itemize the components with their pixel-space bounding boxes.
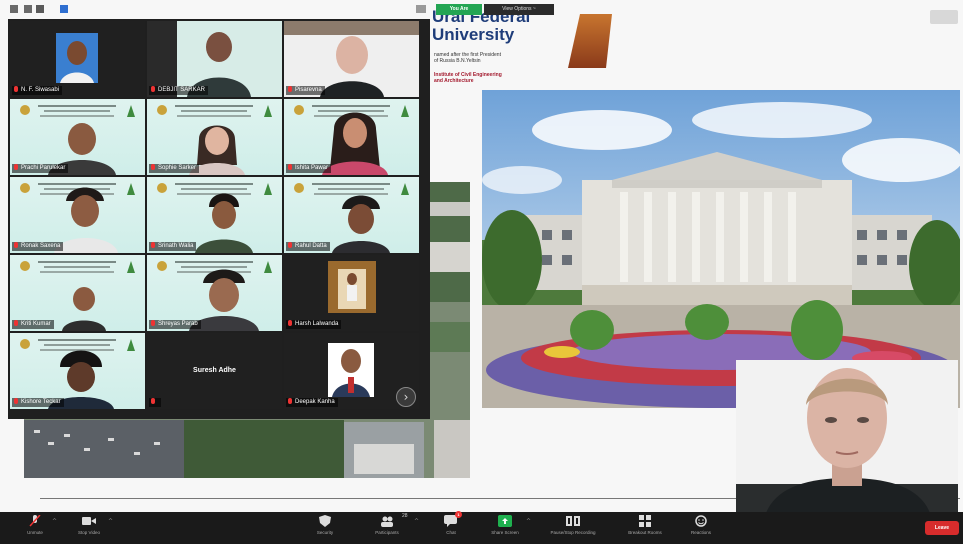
participants-icon [381, 516, 393, 527]
reactions-button[interactable]: Reactions [670, 515, 732, 543]
meeting-top-bar: You Are View Options ~ [8, 3, 554, 16]
participant-tile[interactable]: Shreyas Parab [147, 255, 282, 331]
mic-muted-icon [288, 164, 292, 170]
participant-name: N. F. Siwasabi [12, 86, 63, 95]
audio-options-caret[interactable]: ^ [52, 518, 57, 525]
chat-unread-badge: 1 [455, 511, 462, 518]
mic-muted-icon [288, 242, 292, 248]
shield-icon[interactable] [60, 5, 68, 13]
gallery-view-panel: N. F. Siwasabi DEBJIT SARKAR Pisarevna P… [8, 19, 430, 419]
participant-tile[interactable]: Kishore Teckar [10, 333, 145, 409]
participant-name: Rahul Datta [286, 242, 330, 251]
mic-muted-icon [29, 515, 41, 527]
breakout-rooms-icon [639, 515, 651, 527]
minimize-icon[interactable] [10, 5, 18, 13]
participant-name: Sophie Sarker [149, 164, 200, 173]
breakout-rooms-button[interactable]: Breakout Rooms [614, 515, 676, 543]
active-speaker-video [736, 360, 958, 513]
participant-tile[interactable]: Harsh Lalwanda [284, 255, 419, 331]
participant-tile[interactable]: DEBJIT SARKAR [147, 21, 282, 97]
participant-name: Srinath Walia [149, 242, 197, 251]
participant-tile[interactable]: Rahul Datta [284, 177, 419, 253]
institute-name: Institute of Civil Engineering and Archi… [434, 72, 502, 84]
mic-muted-icon [151, 320, 155, 326]
participant-tile[interactable]: Pisarevna [284, 21, 419, 97]
shield-icon [319, 515, 331, 527]
participant-name: Kriti Kumar [12, 320, 54, 329]
participant-name: Pisarevna [286, 86, 325, 95]
participant-name: Shreyas Parab [149, 320, 201, 329]
mic-muted-icon [151, 398, 155, 404]
screen-share-indicator-icon [416, 5, 426, 13]
mic-muted-icon [14, 164, 18, 170]
participant-tile[interactable]: Ronak Saxena [10, 177, 145, 253]
grid-icon[interactable] [24, 5, 32, 13]
participant-tile[interactable]: Ishita Pawar [284, 99, 419, 175]
participant-name: Deepak Kanha [286, 398, 338, 407]
participants-button[interactable]: Participants [356, 515, 418, 543]
mic-muted-icon [14, 398, 18, 404]
participant-tile[interactable]: Kriti Kumar [10, 255, 145, 331]
participant-name: Ronak Saxena [12, 242, 64, 251]
share-screen-icon [498, 515, 512, 527]
university-logo [568, 14, 612, 68]
participant-name: Ishita Pawar [286, 164, 332, 173]
chevron-right-icon: › [403, 390, 409, 404]
mic-muted-icon [151, 242, 155, 248]
security-button[interactable]: Security [294, 515, 356, 543]
leave-button[interactable]: Leave [925, 521, 959, 535]
mic-muted-icon [288, 398, 292, 404]
next-page-button[interactable]: › [396, 387, 416, 407]
mic-muted-icon [288, 320, 292, 326]
mic-muted-icon [14, 242, 18, 248]
recording-icon [566, 516, 580, 526]
slide-corner-control[interactable] [930, 10, 958, 24]
university-subtitle: named after the first President of Russi… [434, 52, 501, 64]
participant-name: Kishore Teckar [12, 398, 64, 407]
view-options-button[interactable]: View Options ~ [484, 4, 554, 15]
reactions-icon [695, 515, 707, 527]
participant-name [149, 398, 161, 407]
mic-muted-icon [14, 86, 18, 92]
participant-name: Harsh Lalwanda [286, 320, 342, 329]
info-icon[interactable] [36, 5, 44, 13]
participant-tile[interactable]: Srinath Walia [147, 177, 282, 253]
participant-name: DEBJIT SARKAR [149, 86, 208, 95]
participant-tile[interactable]: N. F. Siwasabi [10, 21, 145, 97]
mic-muted-icon [151, 164, 155, 170]
chat-button[interactable]: 1 Chat [420, 511, 482, 543]
participant-name: Prachi Parulekar [12, 164, 69, 173]
viewing-screen-badge: You Are [436, 4, 482, 15]
participant-tile[interactable]: Suresh Adhe [147, 333, 282, 409]
pause-stop-recording-button[interactable]: Pause/Stop Recording [542, 515, 604, 543]
participant-count: 28 [402, 513, 408, 519]
participant-tile[interactable]: Prachi Parulekar [10, 99, 145, 175]
participant-name-display: Suresh Adhe [193, 367, 236, 374]
video-options-caret[interactable]: ^ [108, 518, 113, 525]
participant-tile[interactable]: Sophie Sarker [147, 99, 282, 175]
participants-options-caret[interactable]: ^ [414, 518, 419, 525]
mic-muted-icon [151, 86, 155, 92]
video-camera-icon [82, 517, 96, 525]
meeting-toolbar: Unmute ^ Stop Video ^ Security Participa… [0, 511, 963, 544]
share-options-caret[interactable]: ^ [526, 518, 531, 525]
mic-muted-icon [14, 320, 18, 326]
mic-muted-icon [288, 86, 292, 92]
